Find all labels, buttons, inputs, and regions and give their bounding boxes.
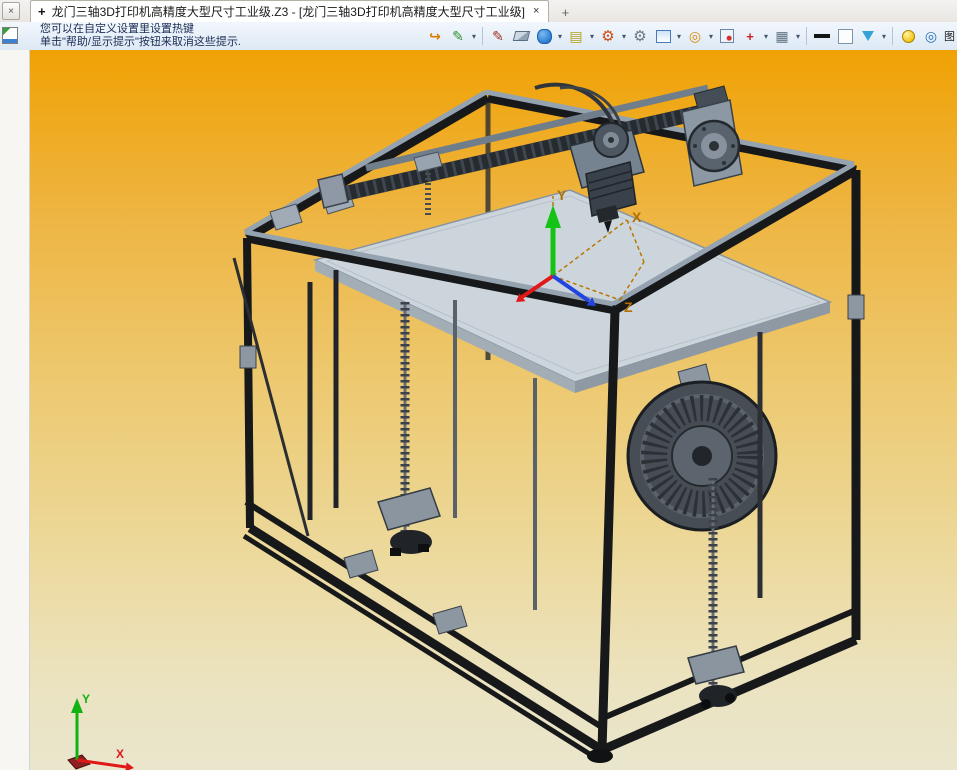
layer-stack-icon[interactable]: ▤ xyxy=(565,25,587,47)
dropdown-arrow-icon[interactable]: ▾ xyxy=(470,32,478,41)
render-mode-glyph: ◎ xyxy=(924,28,938,44)
nav-y-label: Y xyxy=(82,692,90,706)
display-monitor-glyph: ▦ xyxy=(775,28,789,44)
layer-stack-glyph: ▤ xyxy=(569,28,583,44)
viewport-canvas[interactable]: Y X Z Y X xyxy=(30,50,957,770)
dropdown-arrow-icon[interactable]: ▾ xyxy=(794,32,802,41)
section-wedge-glyph xyxy=(862,31,874,41)
pencil-color-glyph: ✎ xyxy=(452,28,464,44)
dropdown-arrow-icon[interactable]: ▾ xyxy=(880,32,888,41)
pencil-color-icon[interactable]: ✎ xyxy=(447,25,469,47)
gear-tools-icon[interactable]: ⚙ xyxy=(629,25,651,47)
dropdown-arrow-icon[interactable]: ▾ xyxy=(588,32,596,41)
toolbar-separator xyxy=(892,27,893,45)
background-color-icon[interactable] xyxy=(834,25,856,47)
hint-line-1: 您可以在自定义设置里设置热键 xyxy=(40,23,194,35)
printer-model[interactable]: Y X Z xyxy=(232,82,865,763)
lead-screw-left[interactable] xyxy=(377,302,441,556)
pen-glyph: ✎ xyxy=(492,28,504,44)
frame-point-icon[interactable] xyxy=(716,25,738,47)
triad-z-label: Z xyxy=(624,299,633,315)
light-bulb-glyph xyxy=(901,29,915,43)
dropdown-arrow-icon[interactable]: ▾ xyxy=(556,32,564,41)
nav-axes-indicator[interactable]: Y X xyxy=(67,692,134,770)
gear-settings-icon[interactable]: ⚙ xyxy=(597,25,619,47)
new-tab-button[interactable]: + xyxy=(557,4,573,20)
dropdown-arrow-icon[interactable]: ▾ xyxy=(675,32,683,41)
exit-door-icon[interactable]: ↪ xyxy=(424,25,446,47)
document-tab-title: 龙门三轴3D打印机高精度大型尺寸工业级.Z3 - [龙门三轴3D打印机高精度大型… xyxy=(51,5,525,19)
section-wedge-icon[interactable] xyxy=(857,25,879,47)
annotation-cross-glyph: + xyxy=(746,28,754,44)
hint-line-2: 单击"帮助/显示提示"按钮来取消这些提示. xyxy=(40,36,241,48)
pen-icon[interactable]: ✎ xyxy=(487,25,509,47)
compass-target-icon[interactable]: ◎ xyxy=(684,25,706,47)
annotation-cross-icon[interactable]: + xyxy=(739,25,761,47)
dropdown-arrow-icon[interactable]: ▾ xyxy=(762,32,770,41)
eraser-icon[interactable] xyxy=(510,25,532,47)
gantry-motor-right[interactable] xyxy=(681,85,743,187)
tab-pin-icon[interactable]: + xyxy=(38,5,46,18)
dropdown-arrow-icon[interactable]: ▾ xyxy=(707,32,715,41)
line-width-icon[interactable] xyxy=(811,25,833,47)
triad-x-label: X xyxy=(632,209,642,225)
image-frame-icon[interactable] xyxy=(652,25,674,47)
hint-text: 您可以在自定义设置里设置热键 单击"帮助/显示提示"按钮来取消这些提示. xyxy=(40,23,241,49)
nav-x-label: X xyxy=(116,747,124,761)
render-mode-icon[interactable]: ◎ xyxy=(920,25,942,47)
cad-application-window: × + 龙门三轴3D打印机高精度大型尺寸工业级.Z3 - [龙门三轴3D打印机高… xyxy=(0,0,957,770)
toolbar-icon-row: ↪ ✎ ▾ ✎ ▾ ▤ ▾ ⚙ ▾ ⚙ ▾ ◎ ▾ + ▾ ▦ ▾ ▾ ◎ 图 xyxy=(424,24,956,48)
line-width-glyph xyxy=(814,34,830,38)
display-monitor-icon[interactable]: ▦ xyxy=(771,25,793,47)
dropdown-arrow-icon[interactable]: ▾ xyxy=(620,32,628,41)
viewport-3d[interactable]: Y X Z Y X xyxy=(30,50,957,770)
file-manager-icon[interactable] xyxy=(2,27,18,44)
toolbar-separator xyxy=(806,27,807,45)
filament-spool[interactable] xyxy=(626,363,778,532)
material-cylinder-icon[interactable] xyxy=(533,25,555,47)
triad-y-label: Y xyxy=(557,187,567,203)
frame-bottom[interactable] xyxy=(242,499,858,763)
background-color-glyph xyxy=(837,28,853,44)
main-toolbar: 您可以在自定义设置里设置热键 单击"帮助/显示提示"按钮来取消这些提示. ↪ ✎… xyxy=(0,22,957,51)
gear-settings-glyph: ⚙ xyxy=(601,27,615,45)
tab-close-icon[interactable]: × xyxy=(531,6,541,17)
layer-button-label[interactable]: 图 xyxy=(943,28,956,44)
image-frame-glyph xyxy=(655,29,671,43)
close-panel-glyph: × xyxy=(8,5,14,17)
material-cylinder-glyph xyxy=(536,28,552,44)
compass-target-glyph: ◎ xyxy=(688,28,702,44)
document-tab-bar: × + 龙门三轴3D打印机高精度大型尺寸工业级.Z3 - [龙门三轴3D打印机高… xyxy=(0,0,957,23)
close-panel-icon[interactable]: × xyxy=(2,2,20,20)
document-tab[interactable]: + 龙门三轴3D打印机高精度大型尺寸工业级.Z3 - [龙门三轴3D打印机高精度… xyxy=(30,0,550,22)
gear-tools-glyph: ⚙ xyxy=(633,27,647,45)
frame-point-glyph xyxy=(720,29,734,43)
light-bulb-icon[interactable] xyxy=(897,25,919,47)
exit-door-glyph: ↪ xyxy=(429,28,441,44)
left-panel-strip xyxy=(0,50,30,770)
toolbar-separator xyxy=(482,27,483,45)
eraser-glyph xyxy=(512,31,530,41)
